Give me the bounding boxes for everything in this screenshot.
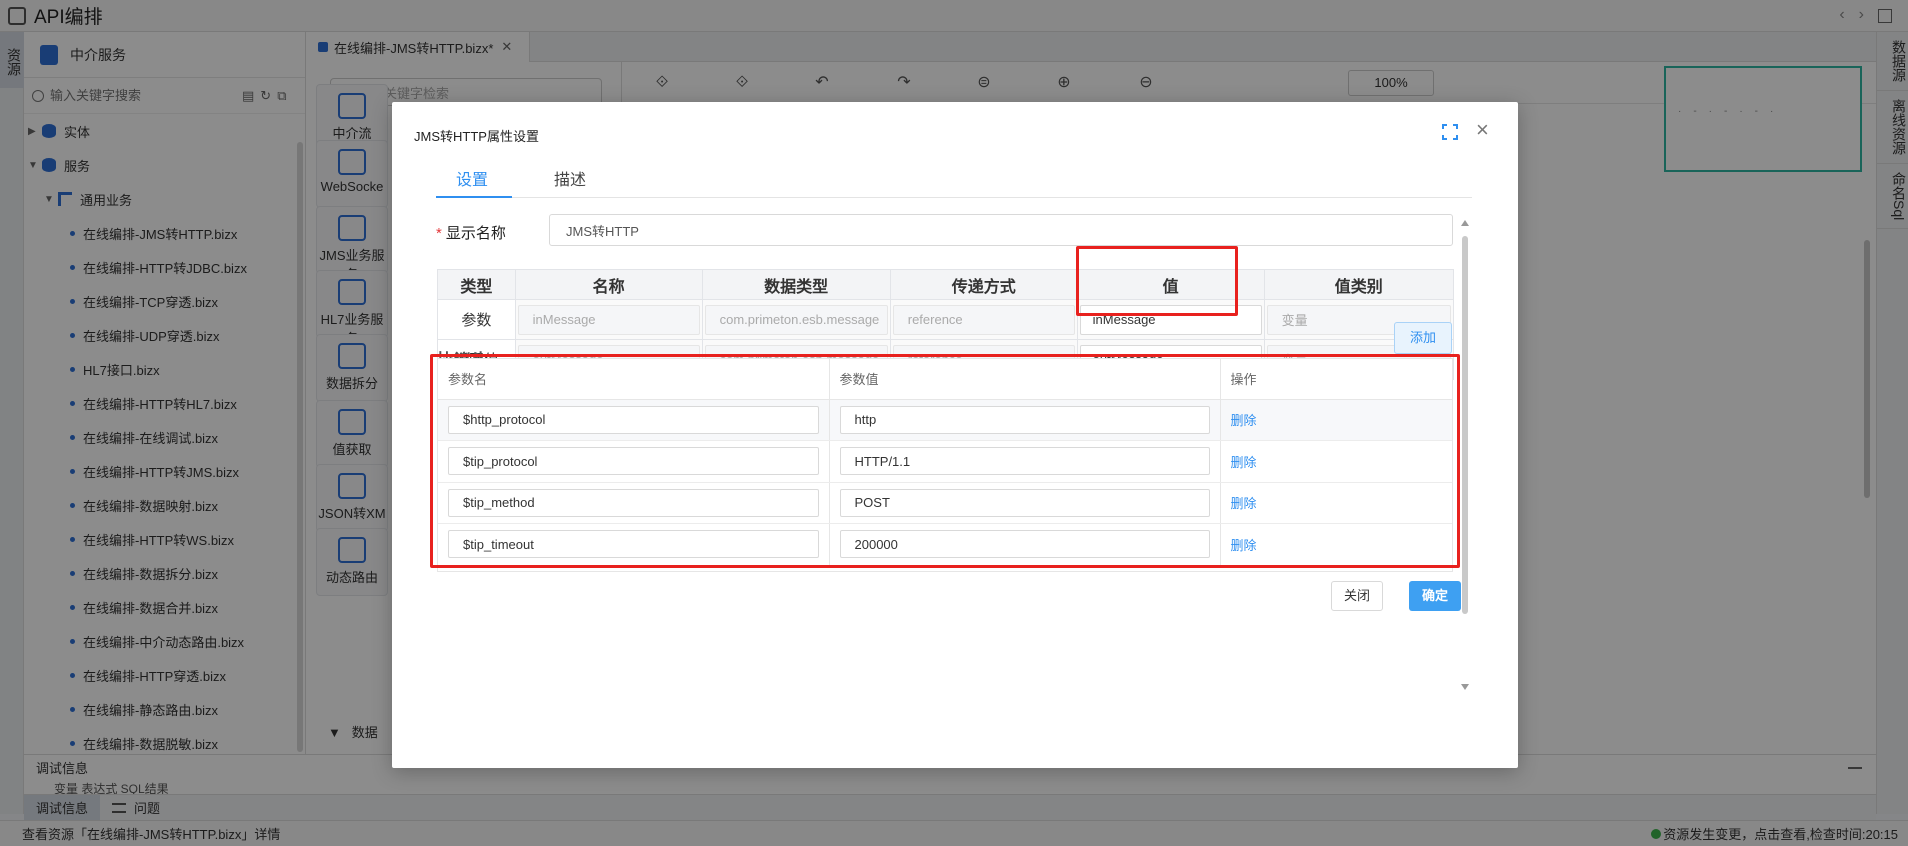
tab-description[interactable]: 描述 [554,166,586,190]
param-name-cell: inMessage [514,299,703,340]
param-name: inMessage [517,304,700,335]
confirm-button[interactable]: 确定 [1409,581,1461,611]
highlight-box-headers [430,354,1460,568]
highlight-box-values [1076,246,1238,316]
col-header: 数据类型 [701,269,891,300]
add-header-button[interactable]: 添加 [1394,322,1452,354]
param-row: 参数 inMessage com.primeton.esb.message re… [437,299,1455,340]
scroll-up-icon[interactable] [1461,220,1469,226]
scroll-down-icon[interactable] [1461,684,1469,690]
property-dialog: JMS转HTTP属性设置 × 设置 描述 * 显示名称 JMS转HTTP 类型 名… [392,102,1518,768]
dialog-title: JMS转HTTP属性设置 [414,129,539,144]
col-header: 值类别 [1263,269,1455,300]
param-type: 参数 [437,299,516,340]
param-pass: reference [892,304,1075,335]
display-name-field[interactable]: JMS转HTTP [549,214,1453,246]
close-dialog-icon[interactable]: × [1476,118,1489,142]
maximize-icon[interactable] [1442,124,1458,140]
col-header: 传递方式 [889,269,1078,300]
close-button[interactable]: 关闭 [1331,581,1383,611]
param-datatype-cell: com.primeton.esb.message [701,299,891,340]
param-table-header: 类型 名称 数据类型 传递方式 值 值类别 [437,269,1455,300]
col-header: 类型 [437,269,516,300]
tab-settings[interactable]: 设置 [456,166,488,190]
display-name-label-text: 显示名称 [445,225,506,242]
display-name-label: * 显示名称 [436,225,506,242]
active-tab-indicator [436,196,512,198]
col-header: 名称 [514,269,703,300]
param-datatype: com.primeton.esb.message [704,304,888,335]
dialog-tabs: 设置 描述 [436,152,1472,198]
dialog-scrollbar[interactable] [1462,236,1468,614]
param-pass-cell: reference [889,299,1078,340]
